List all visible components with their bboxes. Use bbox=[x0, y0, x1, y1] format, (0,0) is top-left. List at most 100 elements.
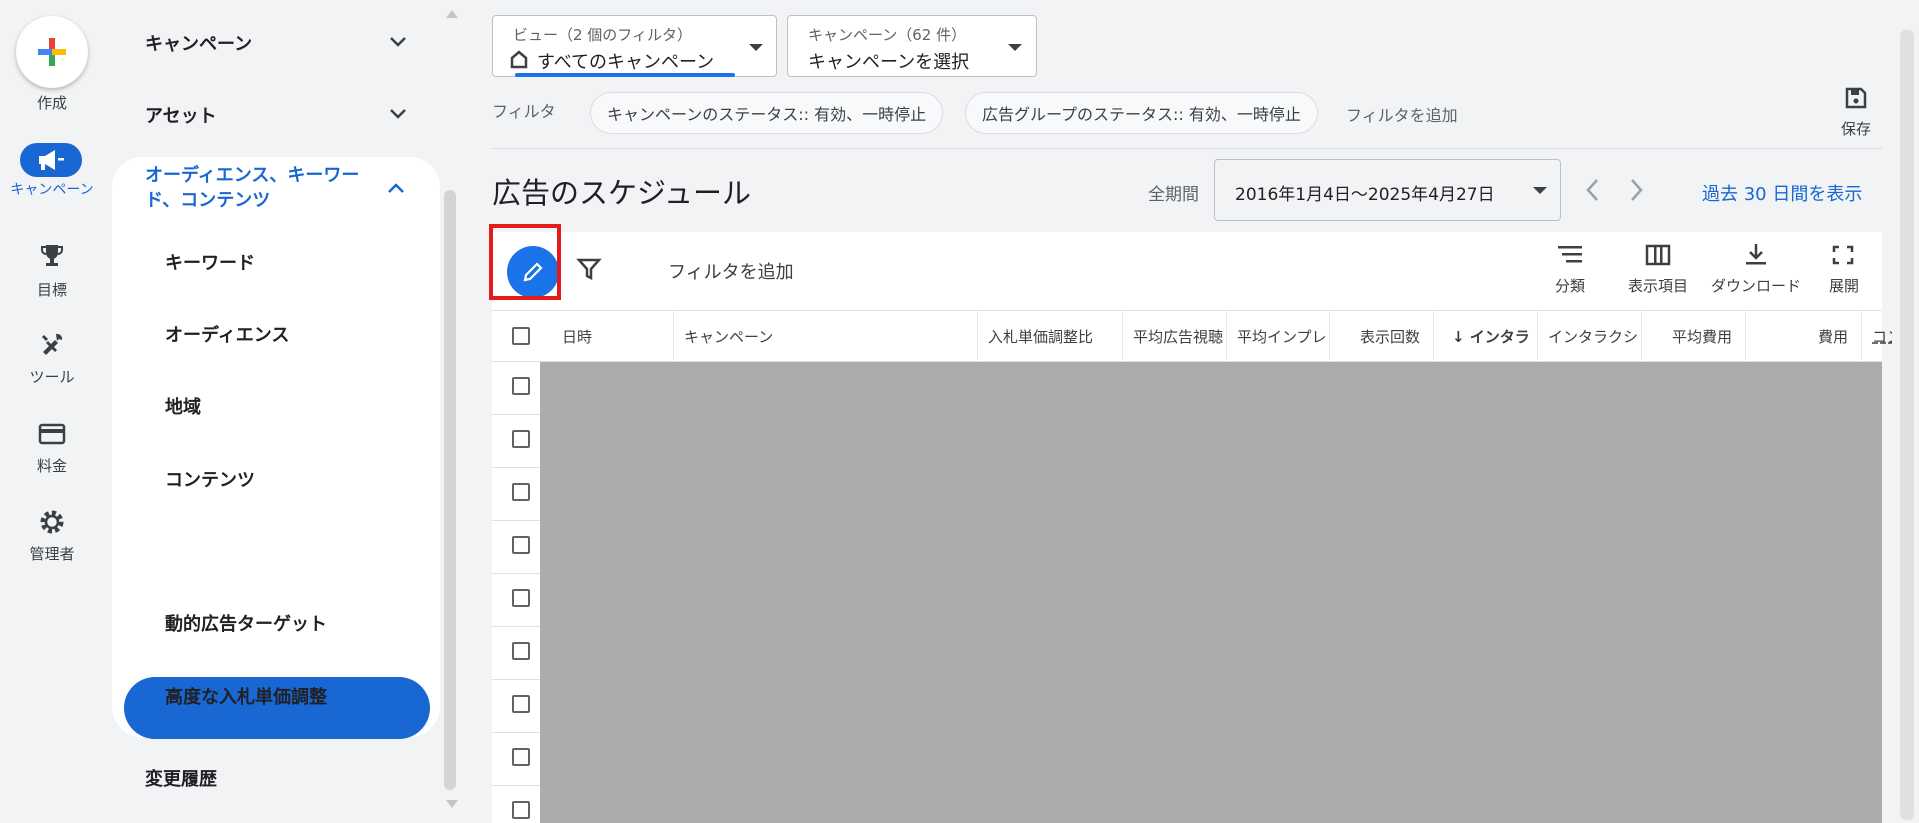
add-filter-link[interactable]: フィルタを追加 bbox=[1346, 102, 1458, 126]
row-divider bbox=[492, 785, 540, 786]
last-30-days-link[interactable]: 過去 30 日間を表示 bbox=[1702, 180, 1862, 206]
view-selector-caption: ビュー（2 個のフィルタ） bbox=[513, 26, 693, 44]
row-checkbox[interactable] bbox=[512, 642, 530, 660]
download-icon bbox=[1746, 244, 1766, 265]
nav-item-ad-schedule[interactable]: 広告のスケジュール bbox=[165, 538, 326, 564]
table-header: 日時 キャンペーン 入札単価調整比 平均広告視聴 平均インプレ 表示回数 ↓ イ… bbox=[492, 310, 1892, 362]
nav-change-history[interactable]: 変更履歴 bbox=[112, 748, 442, 808]
caret-down-icon bbox=[749, 44, 763, 51]
nav-assets[interactable]: アセット bbox=[112, 85, 442, 145]
filter-icon[interactable] bbox=[576, 256, 602, 282]
create-label: 作成 bbox=[36, 94, 67, 112]
column-header-conversions[interactable]: コン bbox=[1862, 311, 1892, 361]
save-label: 保存 bbox=[1840, 120, 1871, 138]
save-icon bbox=[1845, 87, 1867, 109]
row-divider bbox=[492, 414, 540, 415]
credit-card-icon bbox=[38, 423, 66, 445]
column-header-cost[interactable]: 費用 bbox=[1746, 311, 1862, 361]
campaign-selector[interactable]: キャンペーン（62 件） キャンペーンを選択 bbox=[787, 15, 1037, 77]
trophy-icon bbox=[41, 245, 63, 266]
row-checkbox[interactable] bbox=[512, 589, 530, 607]
nav-campaigns-label: キャンペーン bbox=[145, 34, 253, 55]
page-scrollbar[interactable] bbox=[1900, 30, 1914, 820]
nav-scrollbar[interactable] bbox=[444, 190, 456, 790]
view-selector[interactable]: ビュー（2 個のフィルタ） すべてのキャンペーン bbox=[492, 15, 777, 77]
row-divider bbox=[492, 520, 540, 521]
column-header-avg-view[interactable]: 平均広告視聴 bbox=[1123, 311, 1227, 361]
expand-button[interactable]: 展開 bbox=[1805, 232, 1883, 308]
columns-icon bbox=[1645, 244, 1671, 266]
scroll-up-arrow[interactable] bbox=[446, 10, 458, 18]
filter-chip-adgroup-status[interactable]: 広告グループのステータス:: 有効、一時停止 bbox=[965, 92, 1318, 134]
nav-campaigns[interactable]: キャンペーン bbox=[112, 13, 442, 73]
columns-button[interactable]: 表示項目 bbox=[1603, 232, 1713, 308]
divider bbox=[492, 148, 1882, 149]
row-checkbox[interactable] bbox=[512, 536, 530, 554]
expand-label: 展開 bbox=[1828, 277, 1859, 295]
view-selector-underline bbox=[515, 73, 735, 77]
nav-audience-header[interactable]: オーディエンス、キーワード、コンテンツ bbox=[145, 163, 375, 213]
nav-item-advanced-bid-adjustments[interactable]: 高度な入札単価調整 bbox=[165, 683, 327, 709]
row-divider bbox=[492, 467, 540, 468]
rail-item-goals[interactable]: 目標 bbox=[0, 279, 104, 300]
home-icon bbox=[510, 50, 528, 69]
rail-item-billing[interactable]: 料金 bbox=[0, 455, 104, 476]
chevron-up-icon[interactable] bbox=[387, 181, 405, 195]
rail-item-campaigns-pill[interactable] bbox=[20, 143, 82, 177]
table-card: フィルタを追加 分類 表示項目 ダウンロード 展開 日時 キャンペーン 入札単価… bbox=[492, 232, 1892, 823]
tools-icon bbox=[42, 333, 63, 355]
column-header-avg-cost[interactable]: 平均費用 bbox=[1642, 311, 1746, 361]
view-selector-value: すべてのキャンペーン bbox=[537, 52, 715, 73]
column-header-impressions[interactable]: 表示回数 bbox=[1330, 311, 1434, 361]
nav-item-content[interactable]: コンテンツ bbox=[165, 466, 255, 492]
expand-icon bbox=[1832, 245, 1854, 265]
nav-item-locations[interactable]: 地域 bbox=[165, 393, 201, 419]
nav-item-dynamic-ad-targets[interactable]: 動的広告ターゲット bbox=[165, 610, 327, 636]
nav-item-keywords[interactable]: キーワード bbox=[165, 249, 255, 275]
columns-label: 表示項目 bbox=[1627, 277, 1688, 295]
megaphone-icon bbox=[39, 150, 64, 170]
nav-panel: キャンペーン アセット オーディエンス、キーワード、コンテンツ キーワード オー… bbox=[112, 0, 452, 823]
row-checkbox[interactable] bbox=[512, 748, 530, 766]
row-checkbox[interactable] bbox=[512, 695, 530, 713]
nav-assets-label: アセット bbox=[145, 106, 217, 127]
gear-icon bbox=[40, 510, 64, 534]
row-divider bbox=[492, 573, 540, 574]
edit-button-highlight bbox=[489, 224, 561, 300]
create-button[interactable] bbox=[16, 16, 88, 88]
nav-item-audiences[interactable]: オーディエンス bbox=[165, 321, 289, 347]
save-button[interactable]: 保存 bbox=[1826, 84, 1886, 144]
column-header-datetime[interactable]: 日時 bbox=[562, 311, 674, 361]
column-header-campaign[interactable]: キャンペーン bbox=[674, 311, 978, 361]
filter-chip-campaign-status[interactable]: キャンペーンのステータス:: 有効、一時停止 bbox=[590, 92, 944, 134]
row-checkbox[interactable] bbox=[512, 430, 530, 448]
scroll-down-arrow[interactable] bbox=[446, 800, 458, 808]
select-all-checkbox[interactable] bbox=[512, 327, 530, 345]
caret-down-icon bbox=[1008, 44, 1022, 51]
date-range-picker[interactable]: 2016年1月4日〜2025年4月27日 bbox=[1214, 159, 1561, 221]
rail-item-admin[interactable]: 管理者 bbox=[0, 543, 104, 564]
chevron-down-icon bbox=[390, 37, 406, 47]
column-header-interactions-sorted[interactable]: ↓ インタラ bbox=[1434, 311, 1538, 361]
row-checkbox[interactable] bbox=[512, 801, 530, 819]
chevron-right-icon[interactable] bbox=[1625, 176, 1647, 204]
chevron-down-icon bbox=[390, 109, 406, 119]
column-header-avg-impr[interactable]: 平均インプレ bbox=[1227, 311, 1330, 361]
nav-change-history-label: 変更履歴 bbox=[145, 769, 217, 790]
row-checkbox[interactable] bbox=[512, 377, 530, 395]
nav-audience-section: オーディエンス、キーワード、コンテンツ キーワード オーディエンス 地域 コンテ… bbox=[112, 157, 440, 739]
column-header-bid-adj[interactable]: 入札単価調整比 bbox=[978, 311, 1123, 361]
page-title: 広告のスケジュール bbox=[492, 176, 751, 210]
download-button[interactable]: ダウンロード bbox=[1701, 232, 1811, 308]
rail-item-campaigns[interactable]: キャンペーン bbox=[0, 182, 104, 199]
rail-item-tools[interactable]: ツール bbox=[0, 366, 104, 387]
plus-icon bbox=[38, 38, 66, 66]
row-divider bbox=[492, 679, 540, 680]
main-content: ビュー（2 個のフィルタ） すべてのキャンペーン キャンペーン（62 件） キャ… bbox=[482, 0, 1902, 823]
row-divider bbox=[492, 732, 540, 733]
row-checkbox[interactable] bbox=[512, 483, 530, 501]
caret-down-icon bbox=[1533, 187, 1547, 194]
column-header-interaction-rate[interactable]: インタラクシ bbox=[1538, 311, 1642, 361]
table-add-filter[interactable]: フィルタを追加 bbox=[668, 258, 794, 284]
chevron-left-icon[interactable] bbox=[1582, 176, 1604, 204]
